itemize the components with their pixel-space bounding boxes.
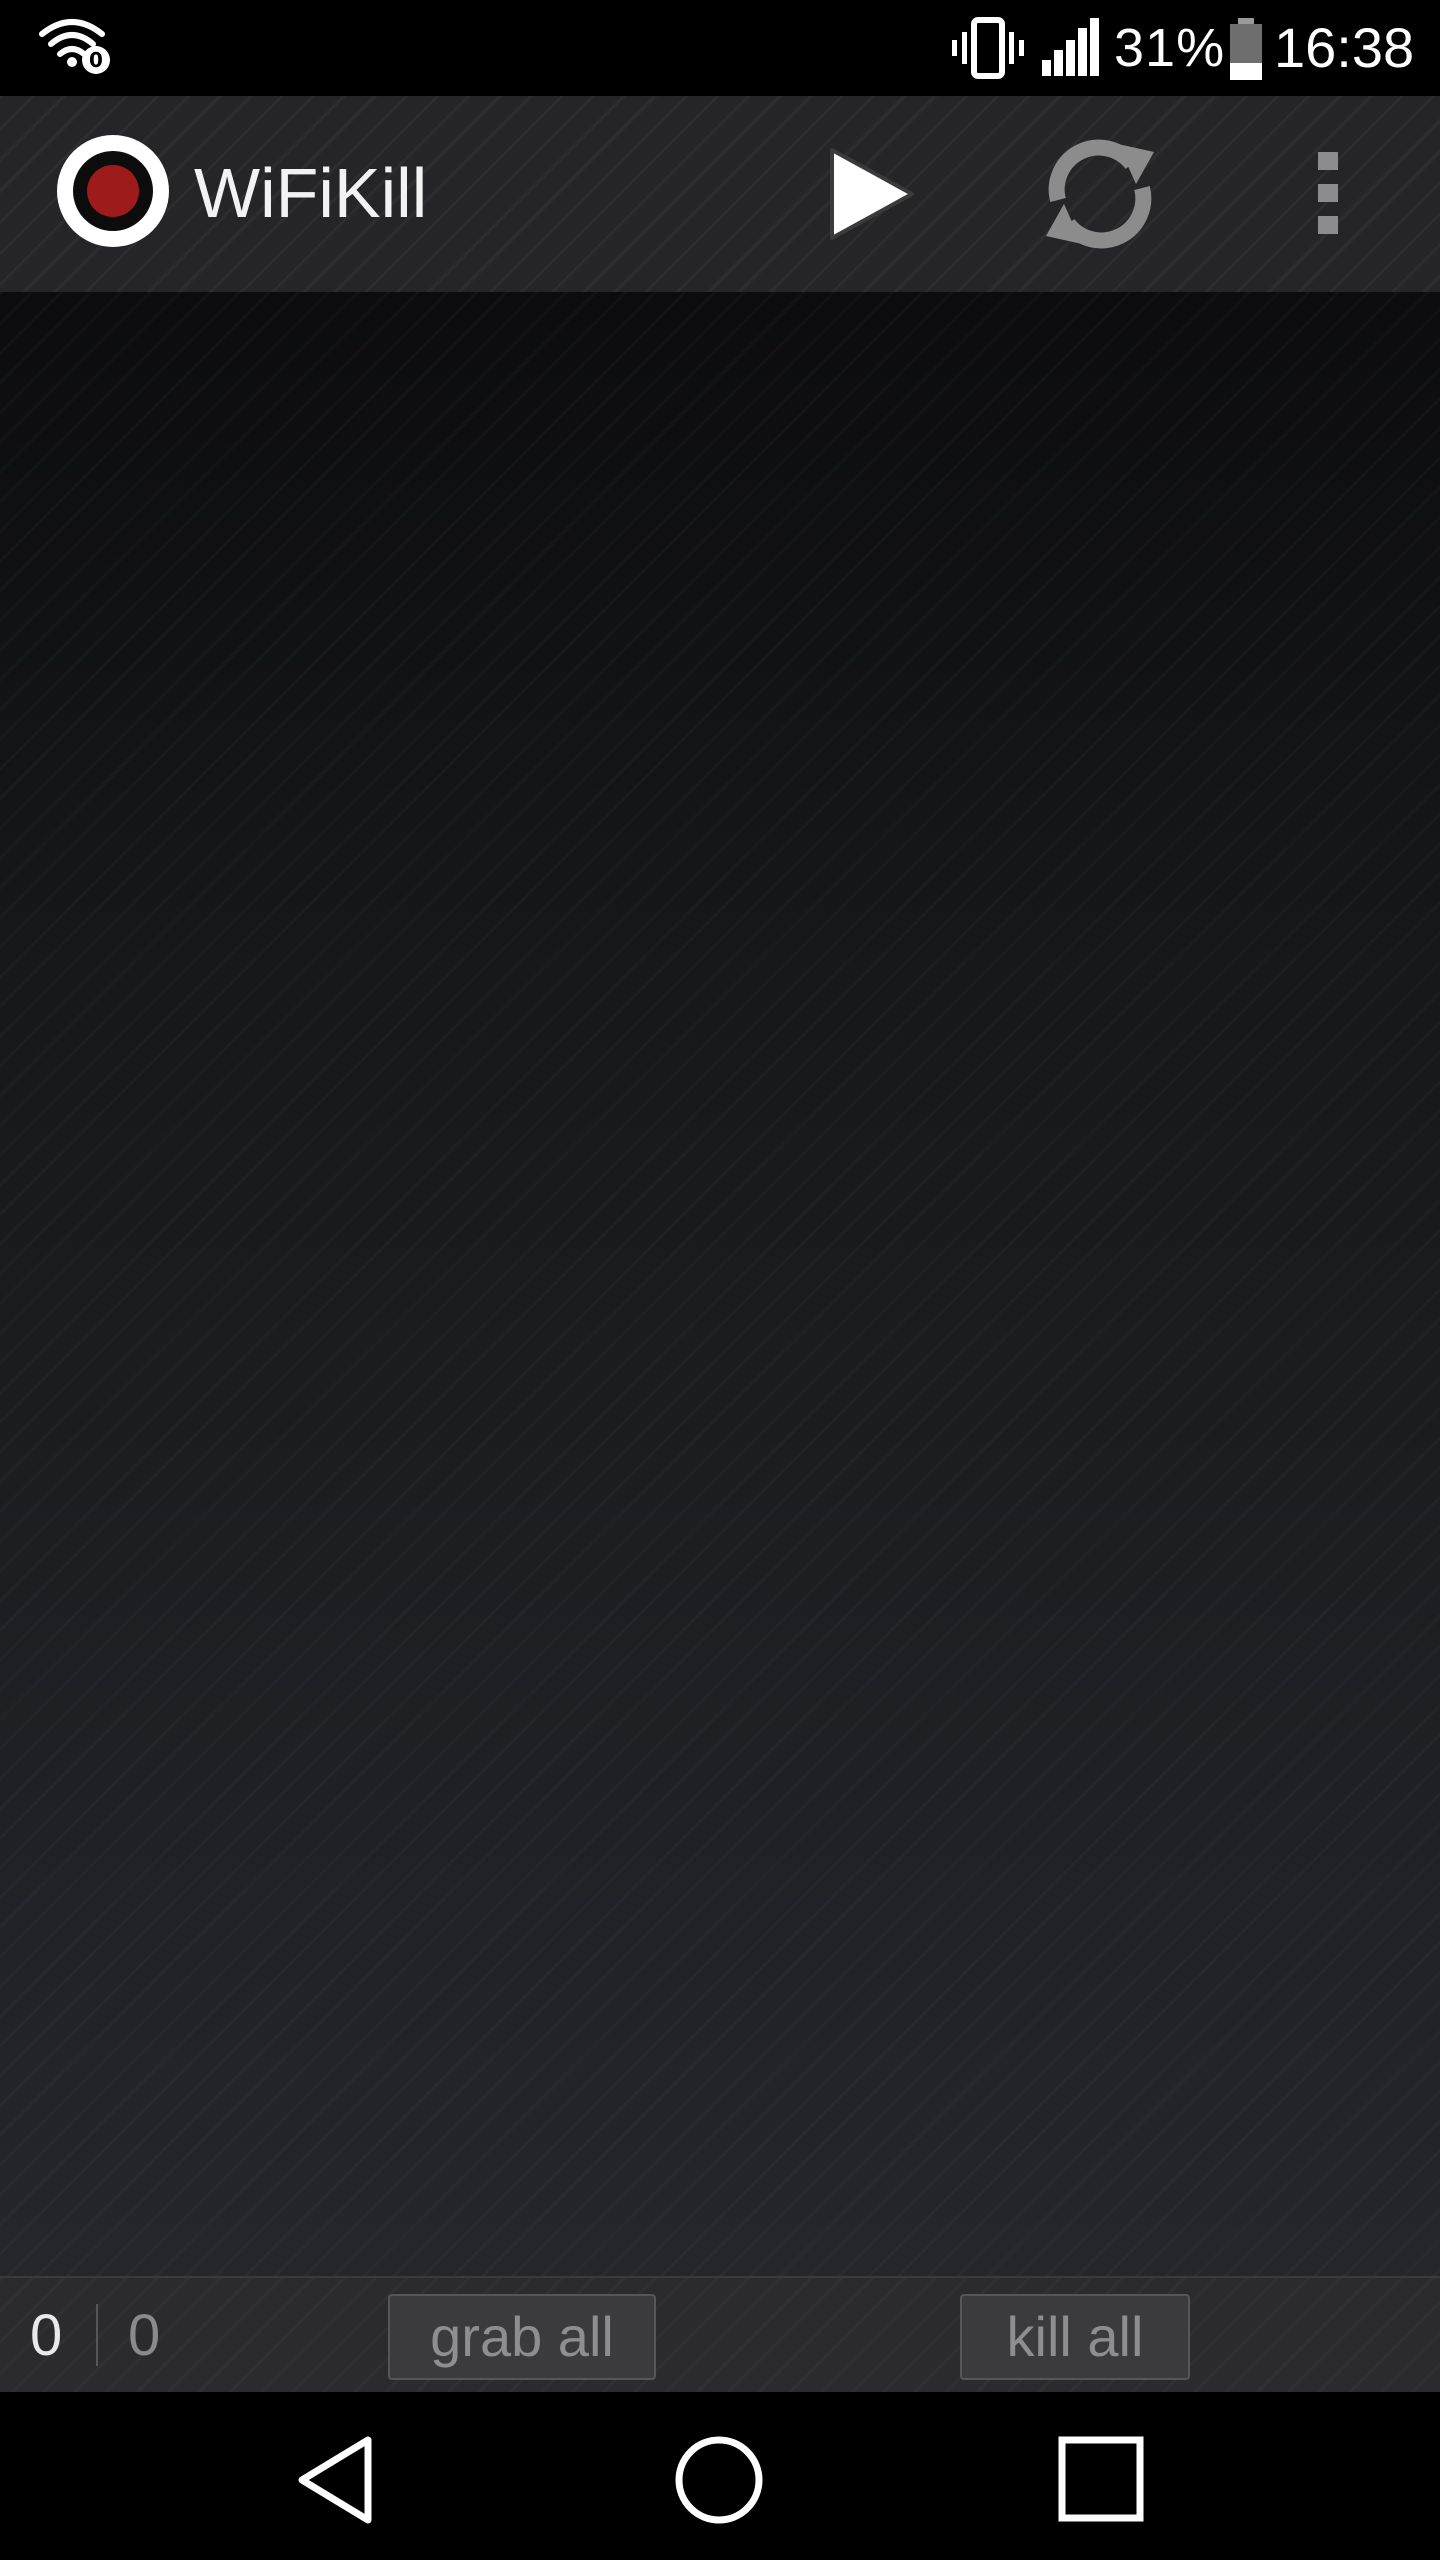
wifi-icon: 0 bbox=[39, 19, 110, 74]
battery-icon bbox=[1230, 18, 1262, 80]
clock: 16:38 bbox=[1274, 16, 1415, 79]
vibrate-icon bbox=[952, 17, 1024, 79]
play-icon[interactable] bbox=[820, 142, 920, 246]
kill-all-button[interactable]: kill all bbox=[960, 2294, 1190, 2380]
battery-percent: 31% bbox=[1114, 18, 1226, 78]
back-icon[interactable] bbox=[290, 2430, 400, 2530]
recents-icon[interactable] bbox=[1044, 2430, 1154, 2530]
navigation-bar bbox=[0, 2392, 1440, 2560]
killed-count: 0 bbox=[128, 2303, 161, 2368]
app-title: WiFiKill bbox=[194, 154, 428, 232]
refresh-icon[interactable] bbox=[1032, 126, 1168, 262]
device-count: 0 bbox=[30, 2303, 63, 2368]
more-vert-icon[interactable] bbox=[1300, 148, 1356, 238]
action-bar: WiFiKill bbox=[0, 96, 1440, 294]
bottom-bar: 0 0 grab all kill all bbox=[0, 2276, 1440, 2394]
count-divider bbox=[96, 2304, 98, 2366]
device-list-area bbox=[0, 292, 1440, 2276]
record-logo-icon bbox=[57, 135, 169, 247]
signal-icon bbox=[1042, 18, 1099, 76]
svg-text:0: 0 bbox=[89, 48, 103, 72]
status-bar: 0 31% 16:38 bbox=[0, 0, 1440, 96]
grab-all-button[interactable]: grab all bbox=[388, 2294, 656, 2380]
home-icon[interactable] bbox=[664, 2430, 774, 2530]
